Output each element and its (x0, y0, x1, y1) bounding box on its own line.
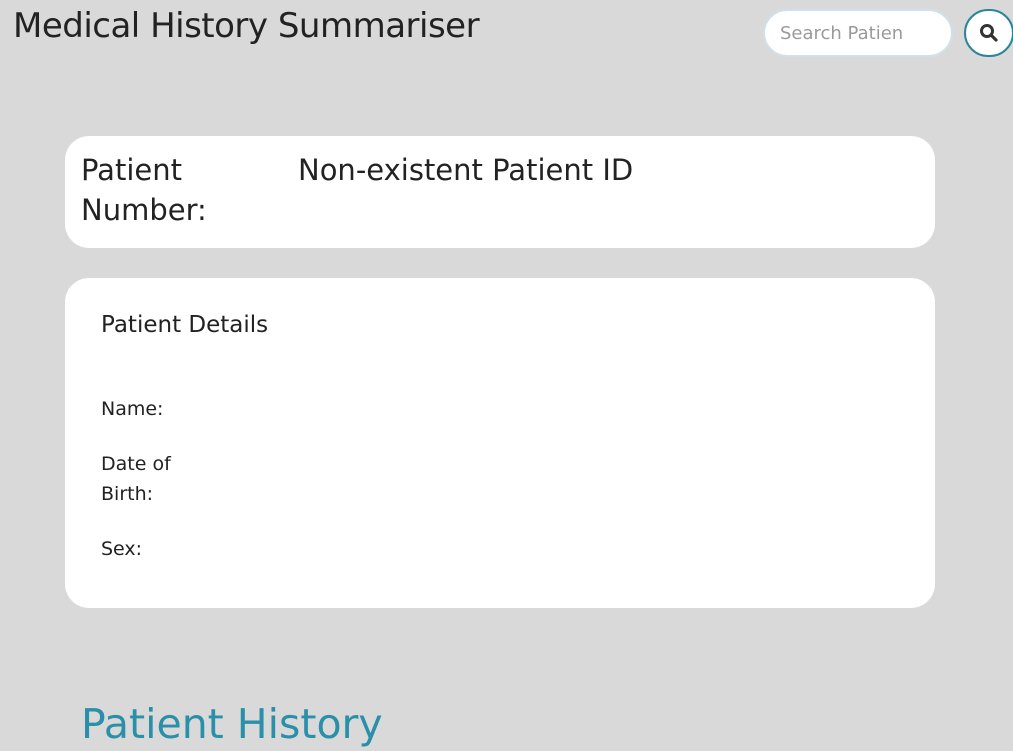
patient-details-card: Patient Details Name: Date of Birth: Sex… (65, 278, 935, 608)
app-title: Medical History Summariser (13, 6, 480, 46)
patient-number-card: Patient Number: Non-existent Patient ID (65, 136, 935, 248)
date-of-birth-label: Date of Birth: (101, 453, 171, 505)
search-input[interactable] (763, 9, 953, 57)
sex-label: Sex: (101, 538, 143, 560)
patient-history-title: Patient History (81, 700, 383, 748)
patient-details-title: Patient Details (101, 312, 269, 338)
search-button[interactable] (964, 9, 1013, 57)
name-label: Name: (101, 398, 164, 420)
patient-number-label: Patient Number: (81, 153, 207, 227)
search-icon (979, 23, 999, 43)
patient-number-value: Non-existent Patient ID (298, 153, 634, 187)
